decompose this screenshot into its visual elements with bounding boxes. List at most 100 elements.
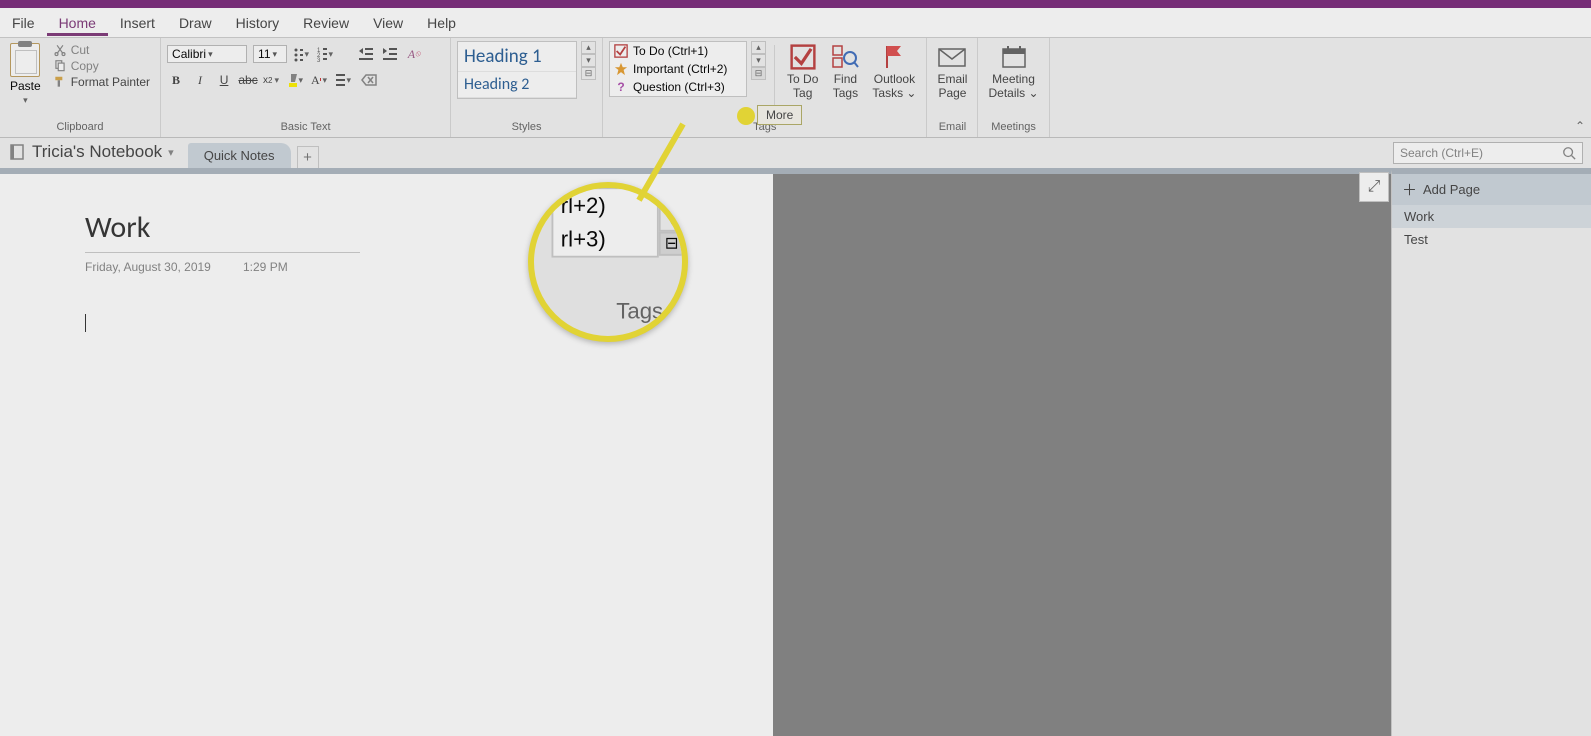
star-icon	[614, 62, 628, 76]
font-size-combo[interactable]: 11▾	[253, 45, 287, 63]
tag-more-button[interactable]: ⊟	[751, 67, 766, 80]
copy-label: Copy	[71, 59, 99, 73]
menu-home[interactable]: Home	[47, 10, 108, 36]
search-input[interactable]: Search (Ctrl+E)	[1393, 142, 1583, 164]
paste-icon	[10, 43, 40, 77]
ribbon-group-basic-text: Calibri▾ 11▾ ▾ 123▾ A⦸ B I U abc x2▾ ▾ A…	[161, 38, 451, 137]
align-button[interactable]: ▾	[335, 71, 353, 89]
outdent-button[interactable]	[357, 45, 375, 63]
text-cursor	[85, 314, 86, 332]
page-title[interactable]: Work	[85, 209, 150, 246]
menu-file[interactable]: File	[0, 10, 47, 36]
indent-button[interactable]	[381, 45, 399, 63]
style-heading-2[interactable]: Heading 2	[458, 72, 576, 98]
highlighter-icon	[287, 72, 296, 88]
add-page-button[interactable]: ＋ Add Page	[1392, 174, 1591, 205]
tag-todo[interactable]: To Do (Ctrl+1)	[610, 42, 746, 60]
menu-review[interactable]: Review	[291, 10, 361, 36]
style-scroll-up[interactable]: ▴	[581, 41, 596, 54]
cut-label: Cut	[71, 43, 90, 57]
notebook-strip: Tricia's Notebook ▾ Quick Notes + Search…	[0, 138, 1591, 170]
page-list: ＋ Add Page Work Test	[1391, 170, 1591, 736]
tag-todo-label: To Do (Ctrl+1)	[633, 44, 708, 58]
style-gallery[interactable]: Heading 1 Heading 2	[457, 41, 577, 99]
cut-icon	[53, 43, 67, 57]
format-painter-button[interactable]: Format Painter	[53, 75, 150, 89]
bold-button[interactable]: B	[167, 71, 185, 89]
tag-scroll-up[interactable]: ▴	[751, 41, 766, 54]
outlook-tasks-button[interactable]: Outlook Tasks ⌄	[868, 41, 920, 103]
delete-icon	[359, 72, 377, 88]
styles-group-label: Styles	[457, 118, 596, 137]
envelope-icon	[937, 46, 967, 68]
menu-history[interactable]: History	[224, 10, 292, 36]
email-page-button[interactable]: Email Page	[933, 41, 971, 103]
notebook-selector[interactable]: Tricia's Notebook ▾	[0, 138, 188, 168]
tag-important-label: Important (Ctrl+2)	[633, 62, 727, 76]
indent-icon	[382, 46, 398, 62]
zoom-callout: rl+2) rl+3) ▴ ▾ ⊟ To Do Tag Tags Mor	[528, 182, 688, 342]
search-icon	[1562, 146, 1576, 160]
ribbon-group-styles: Heading 1 Heading 2 ▴ ▾ ⊟ Styles	[451, 38, 603, 137]
separator	[774, 45, 775, 115]
meeting-details-button[interactable]: Meeting Details ⌄	[984, 41, 1042, 103]
chevron-down-icon: ▾	[21, 95, 30, 106]
ribbon-group-email: Email Page Email	[927, 38, 978, 137]
page-title-rule	[85, 252, 360, 253]
underline-button[interactable]: U	[215, 71, 233, 89]
format-painter-label: Format Painter	[71, 75, 150, 89]
svg-text:3: 3	[317, 58, 321, 62]
tag-gallery[interactable]: To Do (Ctrl+1) Important (Ctrl+2) ? Ques…	[609, 41, 747, 97]
ribbon-group-meetings: Meeting Details ⌄ Meetings	[978, 38, 1049, 137]
titlebar	[0, 0, 1591, 8]
style-scroll-down[interactable]: ▾	[581, 54, 596, 67]
numbering-button[interactable]: 123▾	[317, 45, 335, 63]
numbering-icon: 123	[317, 46, 326, 62]
menu-insert[interactable]: Insert	[108, 10, 167, 36]
checkbox-icon	[614, 44, 628, 58]
todo-tag-button[interactable]: To Do Tag	[783, 41, 822, 103]
clipboard-group-label: Clipboard	[6, 118, 154, 137]
notebook-icon	[8, 143, 26, 161]
page-item-test[interactable]: Test	[1392, 228, 1591, 251]
menu-draw[interactable]: Draw	[167, 10, 224, 36]
font-color-button[interactable]: A▾	[311, 71, 329, 89]
tag-scroll-down[interactable]: ▾	[751, 54, 766, 67]
font-name-combo[interactable]: Calibri▾	[167, 45, 247, 63]
italic-button[interactable]: I	[191, 71, 209, 89]
clear-formatting-button[interactable]: A⦸	[405, 45, 423, 63]
menu-view[interactable]: View	[361, 10, 415, 36]
checkbox-icon	[790, 44, 816, 70]
tag-question-label: Question (Ctrl+3)	[633, 80, 725, 94]
align-icon	[335, 72, 344, 88]
meetings-group-label: Meetings	[984, 118, 1042, 137]
menu-help[interactable]: Help	[415, 10, 468, 36]
style-heading-1[interactable]: Heading 1	[458, 42, 576, 72]
page-item-work[interactable]: Work	[1392, 205, 1591, 228]
collapse-ribbon-button[interactable]: ⌃	[1575, 119, 1585, 133]
copy-button[interactable]: Copy	[53, 59, 150, 73]
strike-button[interactable]: abc	[239, 71, 257, 89]
dark-pane	[773, 170, 1391, 736]
paste-label: Paste	[10, 79, 41, 93]
bullets-button[interactable]: ▾	[293, 45, 311, 63]
paste-button[interactable]: Paste ▾	[6, 41, 45, 108]
highlight-button[interactable]: ▾	[287, 71, 305, 89]
paintbrush-icon	[53, 75, 67, 89]
page-time: 1:29 PM	[243, 260, 288, 274]
calendar-icon	[1000, 44, 1028, 70]
find-tags-button[interactable]: Find Tags	[826, 41, 864, 103]
tag-important[interactable]: Important (Ctrl+2)	[610, 60, 746, 78]
expand-page-list-button[interactable]: ⤢	[1359, 172, 1389, 202]
outdent-icon	[358, 46, 374, 62]
flag-icon	[883, 44, 905, 70]
section-tab-quick-notes[interactable]: Quick Notes	[188, 143, 291, 168]
callout-anchor-dot	[737, 107, 755, 125]
add-section-button[interactable]: +	[297, 146, 319, 168]
search-placeholder: Search (Ctrl+E)	[1400, 146, 1483, 160]
subscript-button[interactable]: x2▾	[263, 71, 281, 89]
delete-button[interactable]	[359, 71, 377, 89]
style-more[interactable]: ⊟	[581, 67, 596, 80]
tag-question[interactable]: ? Question (Ctrl+3)	[610, 78, 746, 96]
cut-button[interactable]: Cut	[53, 43, 150, 57]
